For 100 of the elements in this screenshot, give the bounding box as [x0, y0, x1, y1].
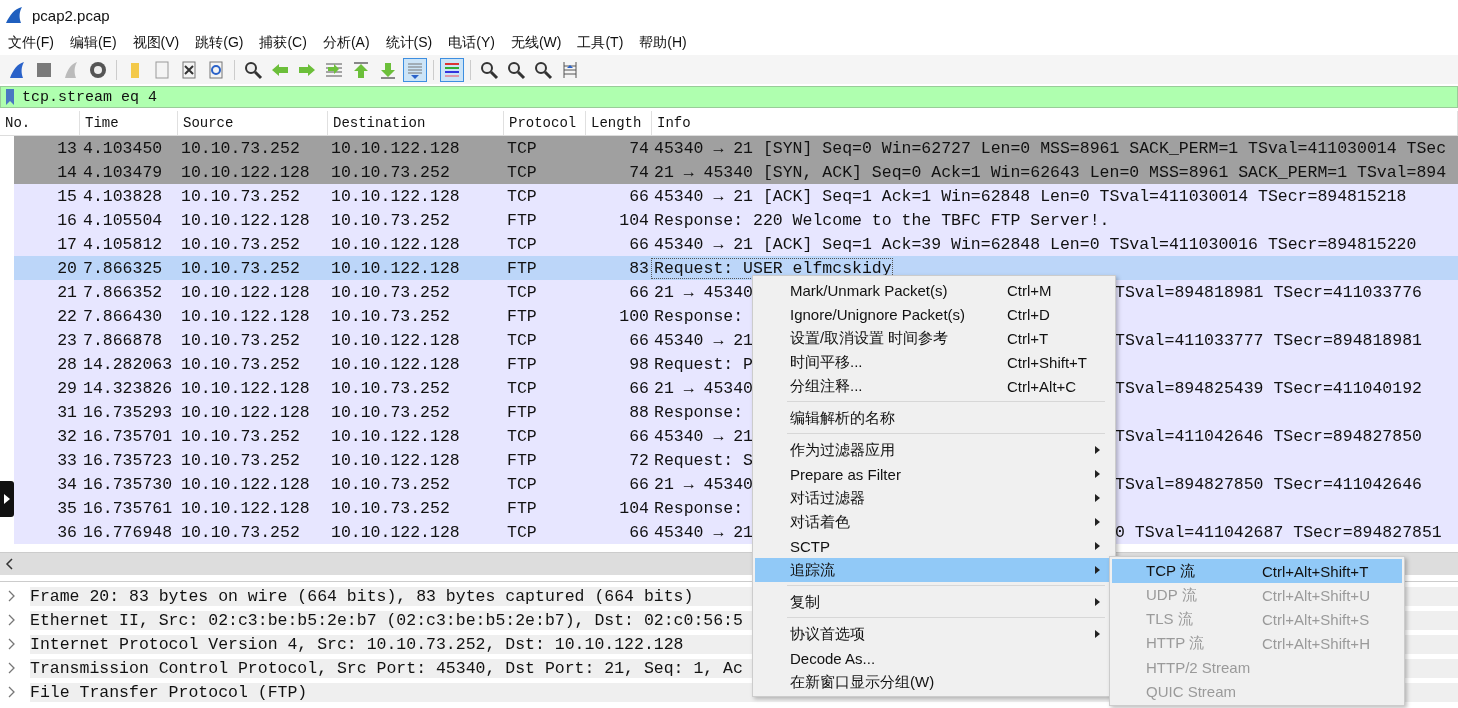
sidebar-toggle[interactable]: [0, 481, 14, 517]
table-cell-text: 15: [56, 186, 78, 206]
table-cell-text: 45340 → 21: [653, 426, 754, 446]
table-cell-text: 72: [628, 450, 650, 470]
table-cell-text: 10.10.122.128: [330, 450, 461, 470]
table-cell-text: 29: [56, 378, 78, 398]
column-header[interactable]: Source: [178, 111, 328, 135]
table-cell-text: 88: [628, 402, 650, 422]
table-cell: TSval=894827850 TSecr=411042646: [1115, 474, 1422, 494]
table-cell-text: 66: [628, 282, 650, 302]
table-cell-text: 10.10.122.128: [180, 306, 311, 326]
packet-row[interactable]: 14 4.103479 10.10.122.128 10.10.73.252 TCP 74 21 → 45340 [SYN, ACK] Seq=0 Ack=1 Win=62643 Len=0 MSS=8961 SACK_PERM=1 TSval=894: [14, 160, 1458, 184]
table-cell-text: 20: [56, 258, 78, 278]
table-cell-text: 45340 → 21 [ACK] Seq=1 Ack=39 Win=62848 Len=0 TSval=411030016 TSecr=894815220: [653, 234, 1417, 254]
chevron-icon[interactable]: [8, 662, 16, 674]
table-cell: TSval=894818981 TSecr=411033776: [1115, 282, 1422, 302]
table-cell-text: TCP: [506, 162, 538, 182]
table-cell-text: 10.10.73.252: [180, 186, 301, 206]
table-cell-text: 23: [56, 330, 78, 350]
table-cell: 0 TSval=411042687 TSecr=894827851: [1115, 522, 1442, 542]
table-cell-text: 10.10.73.252: [180, 354, 301, 374]
column-header[interactable]: Destination: [328, 111, 504, 135]
packet-row[interactable]: 20 7.866325 10.10.73.252 10.10.122.128 FTP 83 Request: USER elfmcskidy: [14, 256, 1458, 280]
table-cell-text: 66: [628, 378, 650, 398]
table-cell: TSval=411042646 TSecr=894827850: [1115, 426, 1422, 446]
scroll-left-icon: [5, 558, 13, 570]
table-cell-text: 10.10.73.252: [330, 378, 451, 398]
table-cell-text: 10.10.122.128: [330, 522, 461, 542]
menu-item[interactable]: 帮助(H): [639, 33, 687, 52]
table-cell: TSval=894825439 TSecr=411040192: [1115, 378, 1422, 398]
table-cell-text: Response:: [653, 402, 744, 422]
table-cell-text: 4.103828: [82, 186, 164, 206]
table-cell-text: 4.105812: [82, 234, 164, 254]
table-cell-text: 10.10.73.252: [330, 498, 451, 518]
menu-option[interactable]: TCP 流 Ctrl+Alt+Shift+T: [1112, 559, 1402, 583]
menu-option[interactable]: 分组注释... Ctrl+Alt+C: [755, 374, 1113, 398]
chevron-icon[interactable]: [8, 638, 16, 650]
table-cell-text: Request: S: [653, 450, 754, 470]
table-cell-text: TCP: [506, 234, 538, 254]
table-cell-text: 10.10.122.128: [330, 234, 461, 254]
table-cell-text: 21 → 45340: [653, 378, 754, 398]
column-header[interactable]: Length: [586, 111, 652, 135]
table-cell-text: 10.10.122.128: [180, 474, 311, 494]
packet-row[interactable]: 13 4.103450 10.10.73.252 10.10.122.128 TCP 74 45340 → 21 [SYN] Seq=0 Win=62727 Len=0 MSS=8961 SACK_PERM=1 TSval=411030014 TSec: [14, 136, 1458, 160]
table-cell-text: 16.735293: [82, 402, 174, 422]
menu-item[interactable]: 编辑(E): [69, 33, 117, 52]
column-header[interactable]: Info: [652, 111, 1458, 135]
table-cell-text: 10.10.73.252: [330, 162, 451, 182]
display-filter-field[interactable]: tcp.stream eq 4: [0, 86, 1458, 108]
column-header[interactable]: No.: [0, 111, 80, 135]
table-cell-text: Response:: [653, 498, 744, 518]
menu-item[interactable]: 跳转(G): [195, 33, 244, 52]
autoscroll-tool-icon[interactable]: [403, 57, 427, 82]
column-header[interactable]: Time: [80, 111, 178, 135]
menu-item[interactable]: 文件(F): [8, 33, 54, 52]
table-cell-text: 66: [628, 474, 650, 494]
packet-row[interactable]: 16 4.105504 10.10.122.128 10.10.73.252 FTP 104 Response: 220 Welcome to the TBFC FTP Server!.: [14, 208, 1458, 232]
table-cell-text: 14.282063: [82, 354, 174, 374]
packet-row[interactable]: 15 4.103828 10.10.73.252 10.10.122.128 TCP 66 45340 → 21 [ACK] Seq=1 Ack=1 Win=62848 Len=0 TSval=411030014 TSecr=894815218: [14, 184, 1458, 208]
table-cell-text: 13: [56, 138, 78, 158]
menu-item[interactable]: 无线(W): [510, 33, 562, 52]
colorize-tool-icon[interactable]: [440, 57, 464, 82]
menu-item[interactable]: 捕获(C): [259, 33, 307, 52]
menu-item[interactable]: 视图(V): [132, 33, 180, 52]
table-cell-text: 16.735761: [82, 498, 174, 518]
table-cell-text: 10.10.73.252: [180, 330, 301, 350]
table-cell-text: 22: [56, 306, 78, 326]
menu-option[interactable]: 设置/取消设置 时间参考 Ctrl+T: [755, 326, 1113, 350]
chevron-icon[interactable]: [8, 590, 16, 602]
table-cell-text: 10.10.73.252: [180, 258, 301, 278]
menu-item[interactable]: 统计(S): [385, 33, 433, 52]
column-header[interactable]: Protocol: [504, 111, 586, 135]
menu-item[interactable]: 工具(T): [577, 33, 624, 52]
chevron-icon[interactable]: [8, 614, 16, 626]
table-cell-text: 10.10.122.128: [330, 186, 461, 206]
table-cell-text: 10.10.122.128: [180, 162, 311, 182]
menu-item[interactable]: 电话(Y): [448, 33, 495, 52]
menu-option[interactable]: Ignore/Unignore Packet(s) Ctrl+D: [755, 302, 1113, 326]
table-cell-text: FTP: [506, 306, 538, 326]
table-cell-text: TCP: [506, 330, 538, 350]
table-cell: TSval=411033777 TSecr=894818981: [1115, 330, 1422, 350]
table-cell-text: 104: [618, 210, 650, 230]
table-cell-text: 16: [56, 210, 78, 230]
table-cell-text: 45340 → 21: [653, 330, 754, 350]
chevron-icon[interactable]: [8, 686, 16, 698]
table-cell-text: 10.10.73.252: [180, 426, 301, 446]
menu-item[interactable]: 分析(A): [322, 33, 370, 52]
packet-row[interactable]: 17 4.105812 10.10.73.252 10.10.122.128 TCP 66 45340 → 21 [ACK] Seq=1 Ack=39 Win=62848 Len=0 TSval=411030016 TSecr=894815220: [14, 232, 1458, 256]
table-cell-text: TCP: [506, 522, 538, 542]
table-cell-text: 100: [618, 306, 650, 326]
table-cell-text: 14.323826: [82, 378, 174, 398]
table-cell-text: 45340 → 21: [653, 522, 754, 542]
window-title: pcap2.pcap: [32, 6, 110, 24]
table-cell-text: 17: [56, 234, 78, 254]
table-cell-text: FTP: [506, 258, 538, 278]
menu-option[interactable]: Mark/Unmark Packet(s) Ctrl+M: [755, 278, 1113, 302]
table-cell-text: 66: [628, 426, 650, 446]
menu-option[interactable]: 时间平移... Ctrl+Shift+T: [755, 350, 1113, 374]
table-cell-text: FTP: [506, 402, 538, 422]
table-cell-text: 10.10.73.252: [330, 474, 451, 494]
